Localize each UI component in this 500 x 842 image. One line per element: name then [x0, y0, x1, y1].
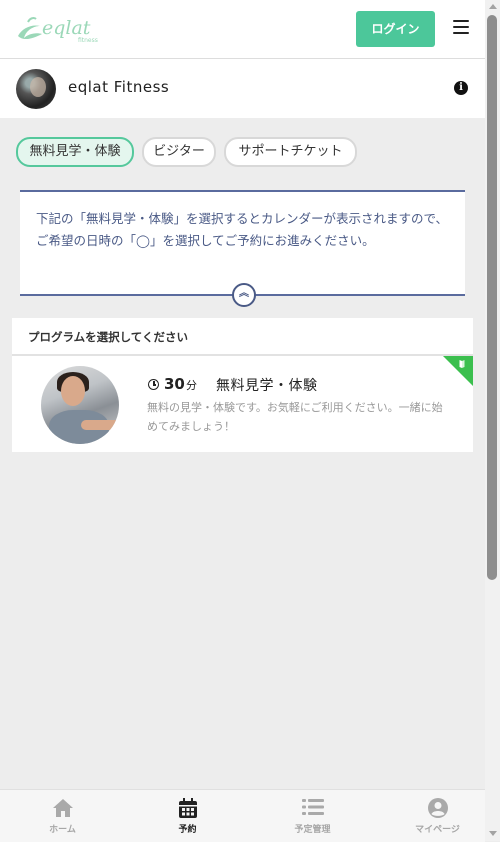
logo-text: eqlat [42, 17, 91, 39]
nav-reserve-label: 予約 [178, 825, 197, 835]
beginner-mark-icon [459, 360, 465, 368]
logo[interactable]: eqlat fitness [14, 12, 114, 46]
chip-visitor[interactable]: ビジター [142, 137, 216, 167]
studio-avatar [16, 69, 56, 109]
chevron-double-up-icon[interactable]: ︽ [232, 283, 256, 307]
list-icon [301, 799, 324, 815]
studio-name: eqlat Fitness [68, 78, 170, 96]
program-list-title: プログラムを選択してください [28, 330, 188, 344]
program-description: 無料の見学・体験です。お気軽にご利用ください。一緒に始めてみましょう！ [147, 401, 443, 433]
hamburger-menu-icon[interactable] [453, 20, 469, 34]
program-list-header: プログラムを選択してください [12, 318, 473, 356]
program-image [41, 366, 119, 444]
scroll-up-arrow-icon[interactable] [489, 4, 497, 9]
logo-subtext: fitness [78, 37, 98, 44]
nav-schedule-label: 予定管理 [294, 825, 331, 835]
notice-box: 下記の「無料見学・体験」を選択するとカレンダーが表示されますので、ご希望の日時の… [20, 190, 465, 296]
nav-home[interactable]: ホーム [2, 790, 123, 842]
info-icon[interactable]: i [454, 81, 468, 95]
home-icon [52, 799, 73, 817]
user-circle-icon [427, 798, 448, 818]
chip-support-ticket[interactable]: サポートチケット [224, 137, 357, 167]
studio-header: eqlat Fitness [0, 59, 485, 118]
top-bar: eqlat fitness ログイン [0, 0, 485, 59]
page: eqlat fitness ログイン eqlat Fitness i 無料見学・… [0, 0, 485, 841]
chip-free-trial[interactable]: 無料見学・体験 [16, 137, 134, 167]
program-duration-unit: 分 [186, 379, 197, 392]
beginner-badge [443, 356, 473, 386]
calendar-icon [178, 798, 197, 818]
program-duration: 30 [164, 375, 185, 393]
nav-schedule[interactable]: 予定管理 [252, 790, 373, 842]
program-title[interactable]: 無料見学・体験 [216, 375, 318, 395]
bottom-nav: ホーム 予約 予定管理 マイページ [0, 789, 485, 842]
nav-mypage-label: マイページ [415, 825, 460, 835]
clock-icon [148, 379, 159, 390]
nav-home-label: ホーム [49, 825, 76, 835]
scrollbar-thumb[interactable] [487, 15, 497, 580]
login-button[interactable]: ログイン [356, 11, 435, 47]
nav-reserve[interactable]: 予約 [127, 790, 248, 842]
notice-text: 下記の「無料見学・体験」を選択するとカレンダーが表示されますので、ご希望の日時の… [36, 211, 449, 248]
nav-mypage[interactable]: マイページ [377, 790, 498, 842]
